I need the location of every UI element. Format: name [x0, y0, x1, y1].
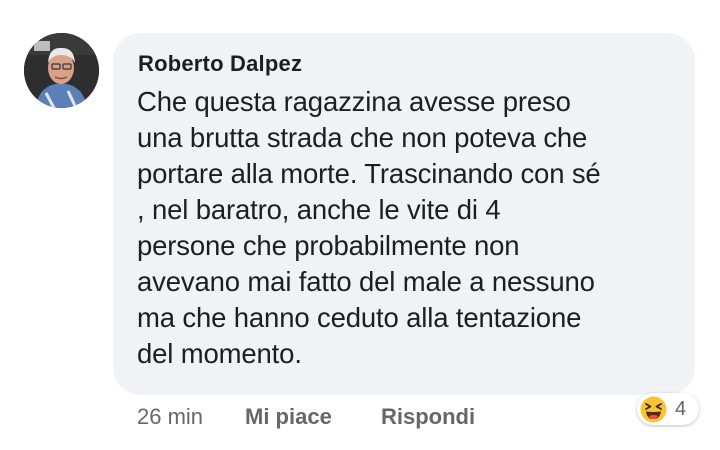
comment-bubble: Roberto Dalpez Che questa ragazzina aves…: [113, 33, 695, 395]
like-button[interactable]: Mi piace: [245, 404, 332, 430]
comment-line: una brutta strada che non poteva che: [137, 122, 588, 153]
reaction-count: 4: [675, 398, 687, 420]
comment-timestamp[interactable]: 26 min: [137, 404, 203, 430]
reaction-summary[interactable]: 4: [637, 393, 699, 425]
comment-line: , nel baratro, anche le vite di 4: [137, 194, 501, 225]
comment-line: Che questa ragazzina avesse preso: [137, 86, 571, 117]
laughing-emoji-icon: [640, 396, 667, 423]
comment-line: del momento.: [137, 338, 302, 369]
comment-line: avevano mai fatto del male a nessuno: [137, 266, 595, 297]
avatar[interactable]: [24, 33, 99, 108]
user-photo-icon: [24, 33, 99, 108]
comment-line: ma che hanno ceduto alla tentazione: [137, 302, 582, 333]
comment-text: Che questa ragazzina avesse preso una br…: [137, 84, 682, 372]
reply-button[interactable]: Rispondi: [381, 404, 475, 430]
comment-author[interactable]: Roberto Dalpez: [138, 51, 302, 77]
comment-line: persone che probabilmente non: [137, 230, 520, 261]
comment-line: portare alla morte. Trascinando con sé: [137, 158, 601, 189]
